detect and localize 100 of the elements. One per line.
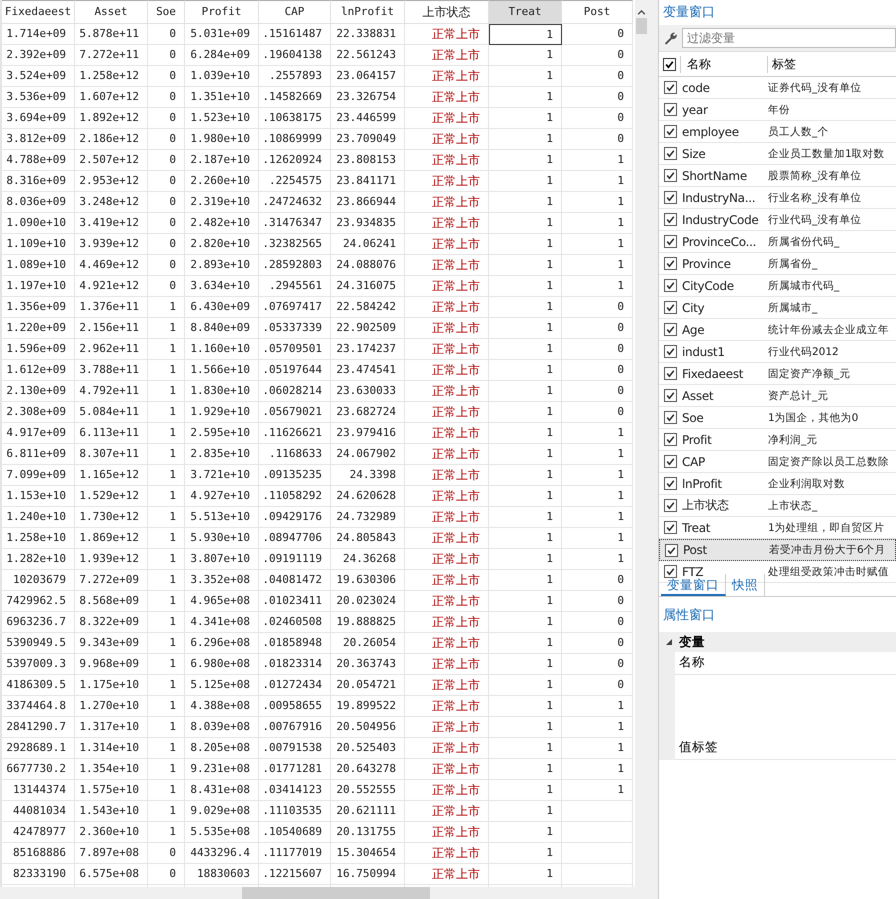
table-cell: 1 — [148, 339, 185, 360]
checkbox[interactable] — [664, 169, 677, 182]
select-all-checkbox[interactable] — [663, 58, 676, 70]
checkbox[interactable] — [664, 103, 677, 116]
checkbox[interactable] — [664, 565, 677, 578]
variable-row[interactable]: code 证券代码_没有单位 — [659, 77, 896, 99]
column-header[interactable]: lnProfit — [331, 0, 405, 24]
variable-row[interactable]: Post 若受冲击月份大于6个月 — [659, 539, 896, 561]
scroll-thumb[interactable] — [636, 18, 647, 34]
table-cell: 3.788e+11 — [75, 360, 148, 381]
variable-row[interactable]: 上市状态 上市状态_ — [659, 495, 896, 517]
checkbox[interactable] — [664, 499, 677, 512]
column-header[interactable]: Treat — [489, 0, 562, 24]
variable-row[interactable]: indust1 行业代码2012 — [659, 341, 896, 363]
checkbox[interactable] — [664, 367, 677, 380]
table-cell: 1 — [489, 864, 562, 885]
checkbox[interactable] — [664, 235, 677, 248]
column-header[interactable]: Asset — [75, 0, 148, 24]
variable-name: year — [681, 102, 709, 116]
table-cell: 1 — [148, 696, 185, 717]
checkbox[interactable] — [664, 411, 677, 424]
variable-row[interactable]: Size 企业员工数量加1取对数 — [659, 143, 896, 165]
table-cell: 1 — [148, 570, 185, 591]
column-header[interactable]: 标签 — [767, 56, 796, 72]
table-cell: 1 — [489, 612, 562, 633]
table-cell: 9.231e+08 — [185, 759, 259, 780]
checkbox[interactable] — [664, 323, 677, 336]
column-header[interactable]: Fixedaeest — [2, 0, 75, 24]
variable-row[interactable]: lnProfit 企业利润取对数 — [659, 473, 896, 495]
table-cell: 1 — [489, 24, 562, 45]
table-cell: 0 — [562, 339, 633, 360]
column-header[interactable]: Post — [562, 0, 633, 24]
table-cell: 5.930e+10 — [185, 528, 259, 549]
variable-row[interactable]: ProvinceCo... 所属省份代码_ — [659, 231, 896, 253]
column-header[interactable]: CAP — [259, 0, 331, 24]
checkbox[interactable] — [665, 544, 678, 556]
variable-row[interactable]: IndustryCode 行业代码_没有单位 — [659, 209, 896, 231]
checkbox[interactable] — [664, 301, 677, 314]
checkbox[interactable] — [664, 477, 677, 490]
checkbox[interactable] — [664, 521, 677, 534]
table-cell: 2.820e+10 — [185, 234, 259, 255]
scroll-up-icon[interactable] — [636, 7, 647, 17]
variable-row[interactable]: IndustryNa... 行业名称_没有单位 — [659, 187, 896, 209]
checkbox[interactable] — [664, 125, 677, 138]
variable-name: City — [681, 300, 706, 314]
horizontal-scrollbar[interactable] — [0, 887, 648, 899]
table-cell: 1 — [148, 444, 185, 465]
variable-row[interactable]: City 所属城市_ — [659, 297, 896, 319]
variable-label: 所属省份代码_ — [768, 234, 840, 248]
table-cell: 7.272e+11 — [75, 45, 148, 66]
checkbox[interactable] — [664, 257, 677, 270]
variable-row[interactable]: Asset 资产总计_元 — [659, 385, 896, 407]
column-header[interactable]: 上市状态 — [405, 0, 489, 24]
checkbox[interactable] — [664, 433, 677, 446]
table-cell: 1.240e+10 — [2, 507, 75, 528]
checkbox[interactable] — [664, 279, 677, 292]
table-cell: 1.351e+10 — [185, 87, 259, 108]
checkbox[interactable] — [664, 191, 677, 204]
variable-row[interactable]: Province 所属省份_ — [659, 253, 896, 275]
table-cell: 1 — [489, 843, 562, 864]
variable-row[interactable]: employee 员工人数_个 — [659, 121, 896, 143]
collapse-icon[interactable] — [665, 638, 673, 646]
table-cell: 正常上市 — [405, 234, 489, 255]
table-cell: 0 — [562, 129, 633, 150]
filter-field[interactable]: 过滤变量 — [659, 25, 896, 52]
table-cell: 正常上市 — [405, 45, 489, 66]
variable-row[interactable]: Age 统计年份减去企业成立年 — [659, 319, 896, 341]
table-cell: 1.529e+12 — [75, 486, 148, 507]
table-cell: 1 — [489, 318, 562, 339]
table-cell: 1 — [148, 738, 185, 759]
table-cell: 4.788e+09 — [2, 150, 75, 171]
variable-row[interactable]: CAP 固定资产除以员工总数除 — [659, 451, 896, 473]
table-cell: 6.980e+08 — [185, 654, 259, 675]
column-header[interactable]: 名称 — [680, 56, 767, 72]
checkbox[interactable] — [664, 345, 677, 358]
table-cell: 42478977 — [2, 822, 75, 843]
table-cell: 0 — [148, 108, 185, 129]
panel-tab[interactable]: 快照 — [726, 574, 765, 596]
table-cell: 0 — [562, 24, 633, 45]
scroll-thumb[interactable] — [242, 887, 430, 899]
variable-row[interactable]: year 年份 — [659, 99, 896, 121]
column-header[interactable]: Soe — [148, 0, 185, 24]
variable-row[interactable]: CityCode 所属城市代码_ — [659, 275, 896, 297]
table-cell: 1 — [489, 402, 562, 423]
checkbox[interactable] — [664, 455, 677, 468]
table-cell: 1.869e+12 — [75, 528, 148, 549]
variable-row[interactable]: Fixedaeest 固定资产净额_元 — [659, 363, 896, 385]
checkbox[interactable] — [664, 147, 677, 160]
table-cell: 23.446599 — [331, 108, 405, 129]
checkbox[interactable] — [664, 213, 677, 226]
column-header[interactable]: Profit — [185, 0, 259, 24]
table-cell: .00767916 — [259, 717, 331, 738]
checkbox[interactable] — [664, 389, 677, 402]
variable-row[interactable]: ShortName 股票简称_没有单位 — [659, 165, 896, 187]
variable-row[interactable]: Profit 净利润_元 — [659, 429, 896, 451]
table-cell: 2.835e+10 — [185, 444, 259, 465]
table-cell — [562, 801, 633, 822]
table-cell: 0 — [562, 402, 633, 423]
variable-row[interactable]: Soe 1为国企，其他为0 — [659, 407, 896, 429]
checkbox[interactable] — [664, 81, 677, 94]
